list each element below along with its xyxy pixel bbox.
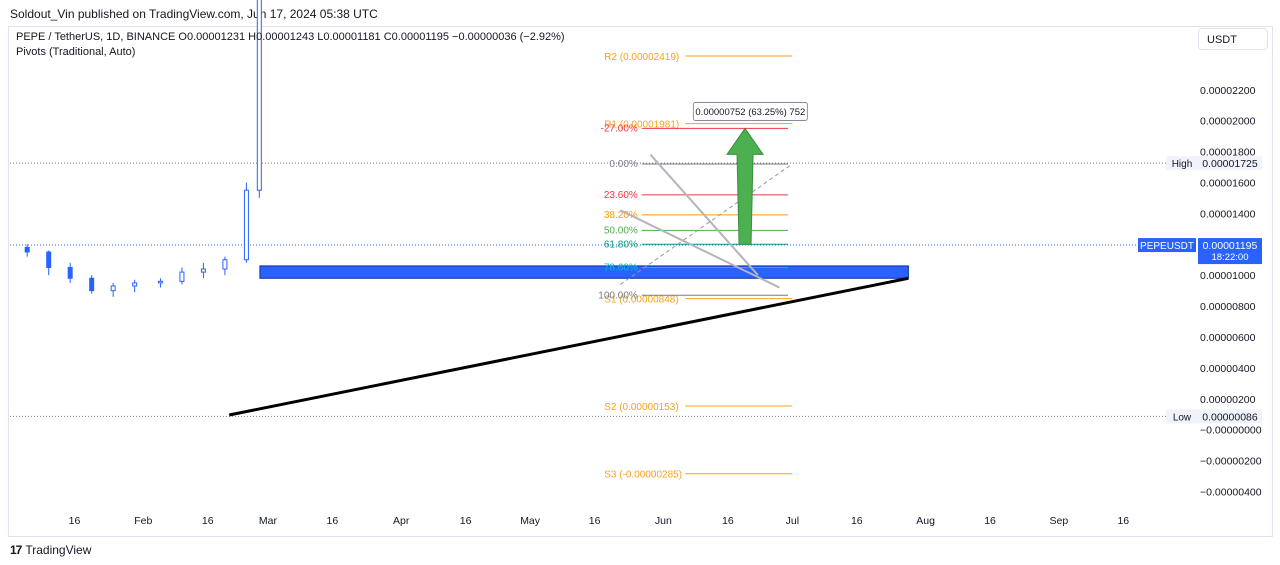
y-tick-label: −0.00000400 xyxy=(1200,486,1262,498)
support-zone xyxy=(259,265,909,279)
candle-body xyxy=(67,266,73,279)
x-tick-label: 16 xyxy=(327,515,339,527)
candle-body xyxy=(200,268,206,273)
fib-label: 23.60% xyxy=(604,190,638,201)
price-tag-name: PEPEUSDT xyxy=(1140,241,1194,252)
x-tick-label: 16 xyxy=(460,515,472,527)
fib-label: 61.80% xyxy=(604,239,638,250)
x-tick-label: 16 xyxy=(984,515,996,527)
y-tick-label: 0.00001000 xyxy=(1200,270,1256,282)
y-tick-label: 0.00000200 xyxy=(1200,394,1256,406)
x-tick-label: Apr xyxy=(393,515,410,527)
x-tick-label: Mar xyxy=(259,515,278,527)
x-tick-label: Jul xyxy=(786,515,799,527)
y-tick-label: 0.00002200 xyxy=(1200,85,1256,97)
x-tick-label: 16 xyxy=(202,515,214,527)
price-tag-value: 0.00001195 xyxy=(1203,240,1258,252)
pivot-label: R2 (0.00002419) xyxy=(604,52,679,63)
fib-label: 78.60% xyxy=(604,262,638,273)
symbol-legend: PEPE / TetherUS, 1D, BINANCE O0.00001231… xyxy=(16,31,565,43)
candle-body xyxy=(256,0,262,191)
target-arrow xyxy=(726,127,764,245)
price-chart[interactable]: 0.000022000.000020000.000018000.00001600… xyxy=(0,0,1280,565)
x-tick-label: 16 xyxy=(589,515,601,527)
fib-label: -27.00% xyxy=(601,123,638,134)
price-tag-countdown: 18:22:00 xyxy=(1212,252,1249,263)
trendline xyxy=(228,276,909,417)
x-tick-label: 16 xyxy=(851,515,863,527)
y-tick-label: 0.00001400 xyxy=(1200,208,1256,220)
candle-body xyxy=(89,277,95,292)
x-tick-label: Jun xyxy=(655,515,672,527)
y-tick-label: 0.00001600 xyxy=(1200,177,1256,189)
candle-body xyxy=(46,251,52,268)
footer-brand: TradingView xyxy=(25,543,92,557)
candle-body xyxy=(179,271,185,282)
price-tag-name: High xyxy=(1172,159,1193,170)
y-tick-label: 0.00000600 xyxy=(1200,332,1256,344)
pivot-label: S3 (-0.00000285) xyxy=(604,470,682,481)
candle-body xyxy=(132,282,138,287)
fib-label: 0.00% xyxy=(609,159,637,170)
y-tick-label: 0.00000800 xyxy=(1200,301,1256,313)
candle-body xyxy=(243,189,249,261)
candle-body xyxy=(157,280,163,284)
fib-label: 50.00% xyxy=(604,225,638,236)
footer: 17 TradingView xyxy=(10,543,91,557)
x-tick-label: Aug xyxy=(916,515,935,527)
candle-body xyxy=(24,246,30,253)
x-tick-label: Feb xyxy=(134,515,152,527)
x-tick-label: 16 xyxy=(69,515,81,527)
x-tick-label: 16 xyxy=(1117,515,1129,527)
price-tag-value: 0.00001725 xyxy=(1202,158,1258,170)
x-tick-label: 16 xyxy=(722,515,734,527)
pivot-label: S2 (0.00000153) xyxy=(604,402,679,413)
candle-body xyxy=(222,259,228,270)
y-tick-label: −0.00000000 xyxy=(1200,425,1262,437)
price-tag-value: 0.00000086 xyxy=(1202,411,1258,423)
price-tag-name: Low xyxy=(1173,412,1192,423)
x-tick-label: Sep xyxy=(1049,515,1068,527)
currency-button[interactable]: USDT xyxy=(1198,28,1268,50)
candle-body xyxy=(110,285,116,292)
fib-label: 100.00% xyxy=(598,290,638,301)
measure-label: 0.00000752 (63.25%) 752 xyxy=(695,107,805,118)
y-tick-label: −0.00000200 xyxy=(1200,456,1262,468)
tradingview-logo-icon: 17 xyxy=(10,543,22,557)
indicator-legend: Pivots (Traditional, Auto) xyxy=(16,46,136,58)
x-tick-label: May xyxy=(520,515,541,527)
y-tick-label: 0.00000400 xyxy=(1200,363,1256,375)
y-tick-label: 0.00002000 xyxy=(1200,116,1256,128)
